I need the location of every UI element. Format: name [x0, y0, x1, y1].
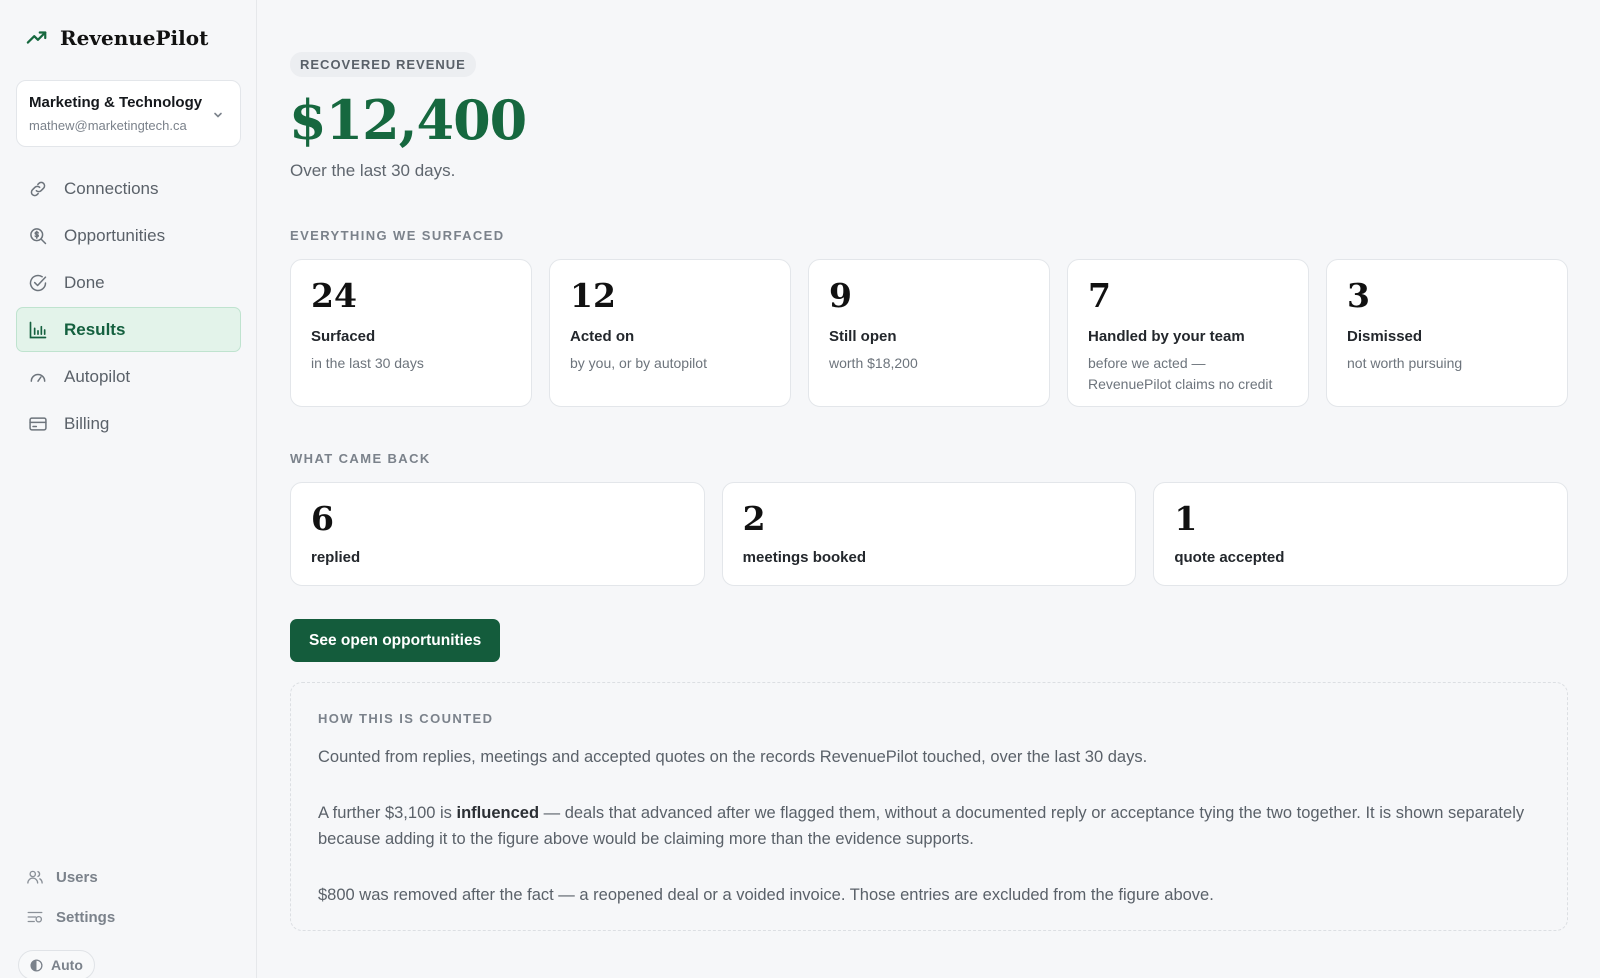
- bar-chart-icon: [28, 320, 48, 340]
- brand[interactable]: RevenuePilot: [26, 24, 208, 52]
- nav-item-autopilot[interactable]: Autopilot: [16, 354, 241, 399]
- recovered-revenue-value: $12,400: [289, 88, 527, 152]
- app-name: RevenuePilot: [60, 26, 209, 50]
- stat-label: Dismissed: [1347, 328, 1423, 345]
- stat-number: 9: [829, 276, 852, 315]
- how-counted-paragraph-3: $800 was removed after the fact — a reop…: [318, 886, 1214, 904]
- stat-label: Surfaced: [311, 328, 376, 345]
- stat-number: 3: [1347, 276, 1370, 315]
- influenced-text-pre: A further $3,100 is: [318, 804, 457, 822]
- surfaced-cards: 24 Surfaced in the last 30 days 12 Acted…: [290, 259, 1568, 407]
- influenced-term: influenced: [456, 804, 540, 822]
- nav-item-billing[interactable]: Billing: [16, 401, 241, 446]
- stat-number: 6: [311, 499, 334, 538]
- nav-label-connections: Connections: [64, 178, 159, 198]
- nav-item-opportunities[interactable]: Opportunities: [16, 213, 241, 258]
- stat-label: meetings booked: [742, 549, 867, 566]
- nav-item-connections[interactable]: Connections: [16, 166, 241, 211]
- results-page: RECOVERED REVENUE $12,400 Over the last …: [257, 0, 1600, 978]
- users-icon: [26, 868, 44, 886]
- stat-card-handled-by-team: 7 Handled by your team before we acted —…: [1067, 259, 1309, 407]
- surfaced-section-label: EVERYTHING WE SURFACED: [290, 228, 505, 243]
- nav-item-done[interactable]: Done: [16, 260, 241, 305]
- stat-description: in the last 30 days: [311, 355, 424, 371]
- sliders-icon: [26, 908, 44, 926]
- recovered-revenue-pill: RECOVERED REVENUE: [290, 52, 476, 77]
- stat-number: 2: [742, 499, 766, 538]
- stat-card-dismissed: 3 Dismissed not worth pursuing: [1326, 259, 1568, 407]
- stat-card-surfaced: 24 Surfaced in the last 30 days: [290, 259, 532, 407]
- nav-label-done: Done: [64, 272, 105, 292]
- link-icon: [28, 179, 48, 199]
- nav-label-billing: Billing: [64, 413, 110, 433]
- recovered-revenue-period: Over the last 30 days.: [290, 161, 456, 180]
- nav-label-users: Users: [56, 868, 98, 886]
- chevron-down-icon: [212, 108, 224, 120]
- came-back-section-label: WHAT CAME BACK: [290, 451, 431, 466]
- gauge-icon: [28, 367, 48, 387]
- stat-card-meetings-booked: 2 meetings booked: [721, 482, 1137, 586]
- stat-card-quote-accepted: 1 quote accepted: [1153, 482, 1569, 586]
- stat-description: not worth pursuing: [1347, 355, 1463, 371]
- stat-number: 12: [570, 276, 616, 315]
- stat-label: Handled by your team: [1088, 328, 1245, 345]
- contrast-icon: [30, 958, 43, 972]
- how-counted-paragraph-2: A further $3,100 is influenced — deals t…: [318, 800, 1540, 852]
- stat-label: Acted on: [570, 328, 635, 345]
- credit-card-icon: [28, 414, 48, 434]
- stat-card-replied: 6 replied: [290, 482, 705, 586]
- nav-label-autopilot: Autopilot: [64, 366, 131, 386]
- workspace-switcher[interactable]: Marketing & Technology mathew@marketingt…: [16, 80, 241, 147]
- bottom-nav: Users Settings: [26, 866, 115, 946]
- theme-toggle-label: Auto: [51, 957, 83, 973]
- stat-number: 1: [1174, 499, 1198, 538]
- workspace-email: mathew@marketingtech.ca: [29, 118, 187, 133]
- stat-label: Still open: [829, 328, 897, 345]
- trending-up-icon: [26, 27, 48, 49]
- stat-card-still-open: 9 Still open worth $18,200: [808, 259, 1050, 407]
- stat-description: by you, or by autopilot: [570, 355, 707, 371]
- nav-label-results: Results: [64, 319, 126, 339]
- how-counted-panel: HOW THIS IS COUNTED Counted from replies…: [290, 682, 1568, 931]
- main-nav: Connections Opportunities Done Results A…: [16, 166, 241, 448]
- sidebar: RevenuePilot Marketing & Technology math…: [0, 0, 257, 978]
- stat-label: quote accepted: [1174, 549, 1285, 566]
- search-dollar-icon: [28, 226, 48, 246]
- workspace-name: Marketing & Technology: [29, 94, 203, 111]
- stat-description: worth $18,200: [829, 355, 918, 371]
- theme-toggle[interactable]: Auto: [18, 950, 95, 978]
- nav-item-settings[interactable]: Settings: [26, 906, 115, 928]
- came-back-cards: 6 replied 2 meetings booked 1 quote acce…: [290, 482, 1569, 586]
- how-counted-paragraph-1: Counted from replies, meetings and accep…: [318, 748, 1148, 766]
- stat-description: before we acted — RevenuePilot claims no…: [1088, 355, 1273, 392]
- stat-number: 24: [311, 276, 357, 315]
- nav-label-opportunities: Opportunities: [64, 225, 166, 245]
- nav-item-users[interactable]: Users: [26, 866, 115, 888]
- stat-card-acted-on: 12 Acted on by you, or by autopilot: [549, 259, 791, 407]
- check-circle-icon: [28, 273, 48, 293]
- how-counted-title: HOW THIS IS COUNTED: [318, 711, 494, 726]
- see-open-opportunities-button[interactable]: See open opportunities: [290, 619, 501, 662]
- stat-number: 7: [1088, 276, 1111, 315]
- stat-label: replied: [311, 549, 361, 566]
- nav-item-results[interactable]: Results: [16, 307, 241, 352]
- nav-label-settings: Settings: [56, 908, 116, 926]
